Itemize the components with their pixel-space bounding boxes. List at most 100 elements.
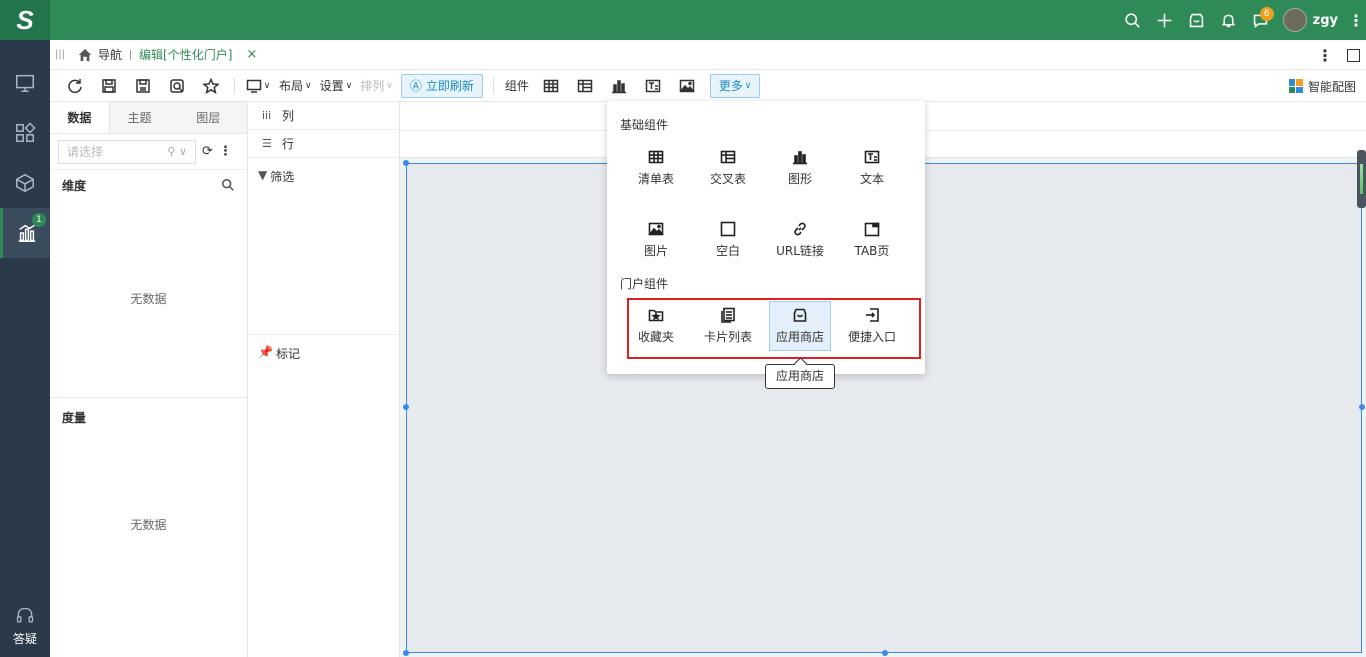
tab-handle-icon[interactable]: ||| — [50, 49, 70, 60]
text-icon[interactable] — [636, 70, 670, 102]
component-chart[interactable]: 图形 — [769, 143, 831, 193]
filter-shelf[interactable]: ▼ 筛选 — [248, 158, 399, 335]
save-icon[interactable] — [92, 70, 126, 102]
add-icon[interactable] — [1149, 0, 1181, 40]
auto-refresh-icon: Ⓐ — [409, 79, 422, 93]
tab-more-icon[interactable]: ⋮ — [1317, 46, 1333, 65]
tab-navigation[interactable]: 导航 — [70, 46, 130, 63]
crosstab-icon — [720, 150, 736, 164]
home-icon — [78, 48, 92, 61]
tab-edit-portal[interactable]: 编辑[个性化门户] — [131, 46, 240, 63]
save-as-icon[interactable] — [126, 70, 160, 102]
settings-dropdown[interactable]: 设置 ∨ — [316, 70, 357, 102]
component-blank[interactable]: 空白 — [697, 215, 759, 265]
search-icon[interactable] — [221, 178, 235, 192]
resize-handle[interactable] — [1359, 404, 1365, 410]
left-nav: 1 答疑 — [0, 40, 50, 657]
columns-icon: iii — [262, 109, 272, 122]
tab-layers[interactable]: 图层 — [169, 102, 248, 133]
tab-icon — [864, 222, 880, 237]
nav-analysis-icon[interactable]: 1 — [0, 208, 50, 258]
resize-handle[interactable] — [403, 650, 409, 656]
favorite-star-icon[interactable] — [194, 70, 228, 102]
shop-bag-icon[interactable] — [1181, 0, 1213, 40]
filter-icon: ▼ — [258, 168, 268, 182]
row-label: 行 — [282, 137, 295, 151]
more-vertical-icon[interactable]: ⋮ — [1346, 11, 1366, 30]
component-image[interactable]: 图片 — [625, 215, 687, 265]
rows-icon: ☰ — [262, 137, 272, 150]
preview-icon[interactable] — [160, 70, 194, 102]
editor-toolbar: ∨ 布局 ∨ 设置 ∨ 排列 ∨ Ⓐ 立即刷新 组件 更多 ∨ 智能配图 — [50, 70, 1366, 102]
maximize-icon[interactable] — [1347, 48, 1360, 62]
layout-label: 布局 — [279, 79, 304, 93]
component-label: 空白 — [715, 244, 740, 258]
resize-handle[interactable] — [403, 160, 409, 166]
more-label: 更多 — [718, 79, 743, 93]
more-components-button[interactable]: 更多 ∨ — [709, 73, 761, 98]
help-label: 答疑 — [12, 632, 37, 646]
crosstab-icon[interactable] — [568, 70, 602, 102]
mark-label: 标记 — [275, 347, 300, 361]
username[interactable]: zgy — [1313, 13, 1338, 28]
component-tab-page[interactable]: TAB页 — [841, 215, 903, 265]
bar-chart-icon — [793, 151, 807, 165]
image-icon[interactable] — [670, 70, 704, 102]
component-label: 图片 — [643, 244, 668, 258]
bar-chart-icon[interactable] — [602, 70, 636, 102]
column-shelf[interactable]: iii 列 — [248, 102, 399, 130]
component-url-link[interactable]: URL链接 — [769, 215, 831, 265]
nav-monitor-icon[interactable] — [0, 58, 50, 108]
tab-bar-actions: ⋮ — [1317, 40, 1360, 70]
table-icon[interactable] — [534, 70, 568, 102]
device-dropdown[interactable]: ∨ — [241, 70, 275, 102]
arrange-dropdown: 排列 ∨ — [356, 70, 397, 102]
mark-shelf[interactable]: 📌 标记 — [248, 335, 399, 362]
more-vertical-icon[interactable]: ⋮ — [219, 144, 232, 159]
side-scroll-handle[interactable] — [1357, 150, 1366, 208]
layout-dropdown[interactable]: 布局 ∨ — [275, 70, 316, 102]
row-shelf[interactable]: ☰ 行 — [248, 130, 399, 158]
component-label: 清单表 — [637, 172, 674, 186]
smart-chart-button[interactable]: 智能配图 — [1288, 70, 1356, 102]
settings-label: 设置 — [319, 79, 344, 93]
help-button[interactable]: 答疑 — [0, 606, 50, 647]
link-icon — [794, 222, 806, 236]
resize-handle[interactable] — [403, 404, 409, 410]
reload-icon[interactable]: ⟳ — [202, 144, 213, 159]
nav-apps-icon[interactable] — [0, 108, 50, 158]
arrange-label: 排列 — [360, 79, 385, 93]
chevron-down-icon: ∨ — [744, 80, 752, 91]
search-icon[interactable] — [1117, 0, 1149, 40]
component-crosstab[interactable]: 交叉表 — [697, 143, 759, 193]
refresh-icon[interactable] — [58, 70, 92, 102]
component-text[interactable]: 文本 — [841, 143, 903, 193]
resize-handle[interactable] — [882, 650, 888, 656]
pin-icon: 📌 — [258, 345, 273, 359]
dimension-header: 维度 — [50, 170, 247, 200]
chevron-down-icon: ∨ — [263, 80, 271, 91]
dataset-select-row: 请选择 ⚲ ∨ ⟳ ⋮ — [50, 134, 247, 170]
nav-cube-icon[interactable] — [0, 158, 50, 208]
data-panel-tabs: 数据 主题 图层 — [50, 102, 248, 134]
component-label: 组件 — [504, 79, 529, 93]
image-icon — [648, 222, 664, 236]
measure-header: 度量 — [50, 402, 247, 432]
bell-icon[interactable] — [1213, 0, 1245, 40]
tab-navigation-label: 导航 — [98, 48, 123, 62]
avatar[interactable] — [1282, 8, 1307, 32]
close-tab-icon[interactable]: × — [246, 47, 257, 62]
message-icon[interactable]: 6 — [1245, 0, 1277, 40]
tab-data[interactable]: 数据 — [50, 102, 110, 133]
section-divider — [50, 397, 247, 398]
dataset-select[interactable]: 请选择 ⚲ ∨ — [58, 139, 196, 164]
app-logo[interactable]: S — [0, 0, 50, 40]
refresh-now-button[interactable]: Ⓐ 立即刷新 — [400, 73, 483, 98]
measure-empty: 无数据 — [130, 518, 167, 532]
tab-theme[interactable]: 主题 — [109, 102, 170, 133]
tab-bar: ||| 导航 编辑[个性化门户] × ⋮ — [50, 40, 1366, 70]
dataset-select-placeholder: 请选择 — [67, 145, 104, 159]
component-list-table[interactable]: 清单表 — [625, 143, 687, 193]
blank-icon — [720, 221, 736, 237]
refresh-now-label: 立即刷新 — [425, 79, 474, 93]
